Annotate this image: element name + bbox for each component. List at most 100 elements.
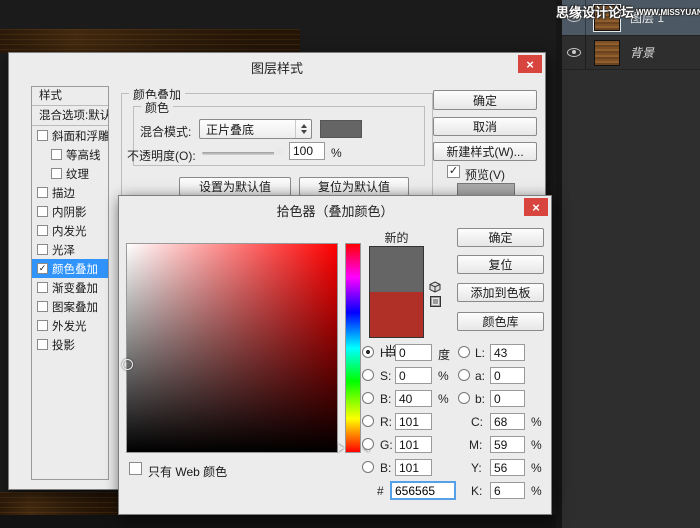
hex-label: # — [377, 484, 384, 498]
web-color-warning-icon[interactable] — [430, 296, 441, 307]
checkbox[interactable] — [37, 187, 48, 198]
sidebar-item-blending-options[interactable]: 混合选项:默认 — [32, 106, 108, 126]
y-input[interactable] — [490, 459, 525, 476]
color-group-title: 颜色 — [141, 99, 174, 116]
h-radio[interactable] — [362, 346, 374, 358]
opacity-input[interactable] — [289, 142, 325, 160]
visibility-toggle[interactable] — [562, 36, 586, 69]
hex-input[interactable] — [390, 481, 456, 500]
hue-slider[interactable] — [345, 243, 361, 453]
r-input[interactable] — [395, 413, 432, 430]
h-input[interactable] — [395, 344, 432, 361]
b-unit: % — [438, 392, 449, 406]
r-radio[interactable] — [362, 415, 374, 427]
m-unit: % — [531, 438, 542, 452]
sidebar-item-label: 等高线 — [66, 149, 101, 162]
blend-color-swatch[interactable] — [320, 120, 362, 138]
sidebar-item-bevel-emboss[interactable]: 斜面和浮雕 — [32, 126, 108, 145]
g-radio[interactable] — [362, 438, 374, 450]
a-input[interactable] — [490, 367, 525, 384]
sidebar-item-color-overlay[interactable]: ✓ 颜色叠加 — [32, 259, 108, 278]
sidebar-item-label: 内发光 — [52, 225, 87, 238]
sidebar-item-label: 渐变叠加 — [52, 282, 98, 295]
styles-header: 样式 — [32, 87, 108, 106]
blend-mode-dropdown[interactable]: 正片叠底 — [199, 119, 312, 139]
k-input[interactable] — [490, 482, 525, 499]
picker-reset-button[interactable]: 复位 — [457, 255, 544, 274]
checkbox[interactable] — [51, 168, 62, 179]
b-radio[interactable] — [362, 392, 374, 404]
checkbox[interactable] — [37, 320, 48, 331]
b3-input[interactable] — [490, 390, 525, 407]
blend-mode-value: 正片叠底 — [206, 122, 255, 137]
sidebar-item-label: 图案叠加 — [52, 301, 98, 314]
background-thumbnail[interactable] — [594, 39, 620, 66]
c-input[interactable] — [490, 413, 525, 430]
sidebar-item-gradient-overlay[interactable]: 渐变叠加 — [32, 278, 108, 297]
web-only-label: 只有 Web 颜色 — [148, 465, 228, 479]
g-label: G: — [380, 438, 393, 452]
s-radio[interactable] — [362, 369, 374, 381]
sidebar-item-satin[interactable]: 光泽 — [32, 240, 108, 259]
close-icon[interactable]: × — [518, 55, 542, 73]
b3-radio[interactable] — [458, 392, 470, 404]
checkbox[interactable] — [37, 225, 48, 236]
layer-style-dialog-title: 图层样式 — [250, 61, 303, 76]
k-unit: % — [531, 484, 542, 498]
checkbox[interactable] — [37, 244, 48, 255]
sidebar-item-label: 光泽 — [52, 244, 75, 257]
preview-checkbox[interactable]: ✓ — [447, 165, 460, 178]
sidebar-item-texture[interactable]: 纹理 — [32, 164, 108, 183]
color-field-marker[interactable] — [122, 359, 133, 370]
sidebar-item-contour[interactable]: 等高线 — [32, 145, 108, 164]
s-input[interactable] — [395, 367, 432, 384]
sidebar-item-drop-shadow[interactable]: 投影 — [32, 335, 108, 354]
opacity-label: 不透明度(O): — [127, 149, 196, 163]
checkbox[interactable] — [37, 206, 48, 217]
cancel-button[interactable]: 取消 — [433, 117, 537, 136]
checkbox[interactable] — [37, 130, 48, 141]
a-radio[interactable] — [458, 369, 470, 381]
picker-ok-button[interactable]: 确定 — [457, 228, 544, 247]
reset-default-button[interactable]: 复位为默认值 — [299, 177, 409, 196]
checkbox[interactable] — [37, 339, 48, 350]
checkbox[interactable] — [37, 282, 48, 293]
sidebar-item-outer-glow[interactable]: 外发光 — [32, 316, 108, 335]
web-only-checkbox[interactable] — [129, 462, 142, 475]
c-label: C: — [471, 415, 483, 429]
opacity-slider-track[interactable] — [202, 152, 284, 155]
add-to-swatches-button[interactable]: 添加到色板 — [457, 283, 544, 302]
checkbox[interactable] — [51, 149, 62, 160]
background-name[interactable]: 背景 — [630, 44, 654, 61]
sidebar-item-label: 描边 — [52, 187, 75, 200]
g-input[interactable] — [395, 436, 432, 453]
hue-slider-left-arrow[interactable] — [338, 444, 344, 452]
m-input[interactable] — [490, 436, 525, 453]
gamut-warning-icon[interactable] — [428, 281, 442, 297]
l-input[interactable] — [490, 344, 525, 361]
sidebar-item-stroke[interactable]: 描边 — [32, 183, 108, 202]
new-color-label: 新的 — [384, 231, 409, 245]
layer-row-background[interactable]: 背景 — [562, 36, 700, 70]
saturation-brightness-field[interactable] — [122, 243, 338, 453]
new-style-button[interactable]: 新建样式(W)... — [433, 142, 537, 161]
b-input[interactable] — [395, 390, 432, 407]
watermark-site-name: 思缘设计论坛 — [556, 5, 635, 20]
h-label: H: — [380, 346, 392, 360]
color-library-button[interactable]: 颜色库 — [457, 312, 544, 331]
b2-input[interactable] — [395, 459, 432, 476]
m-label: M: — [469, 438, 483, 452]
s-label: S: — [380, 369, 392, 383]
checkbox-checked[interactable]: ✓ — [37, 263, 48, 274]
close-icon[interactable]: × — [524, 198, 548, 216]
sidebar-item-pattern-overlay[interactable]: 图案叠加 — [32, 297, 108, 316]
ok-button[interactable]: 确定 — [433, 90, 537, 110]
sidebar-item-inner-shadow[interactable]: 内阴影 — [32, 202, 108, 221]
photoshop-workspace: 图层 1 背景 思缘设计论坛WWW.MISSYUAN.COM 图层样式 × 样式… — [0, 0, 700, 528]
checkbox[interactable] — [37, 301, 48, 312]
s-unit: % — [438, 369, 449, 383]
sidebar-item-inner-glow[interactable]: 内发光 — [32, 221, 108, 240]
b2-radio[interactable] — [362, 461, 374, 473]
l-radio[interactable] — [458, 346, 470, 358]
set-default-button[interactable]: 设置为默认值 — [179, 177, 291, 196]
